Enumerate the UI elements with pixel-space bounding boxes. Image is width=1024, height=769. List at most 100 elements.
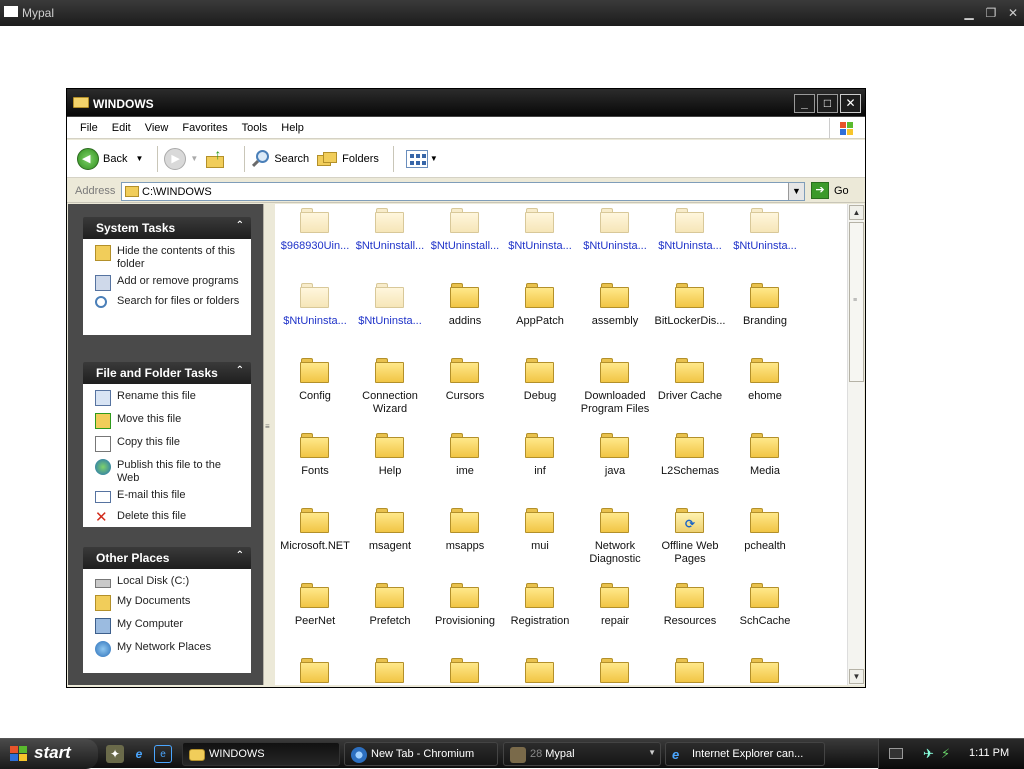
folder-item[interactable]: $NtUninsta... bbox=[279, 283, 351, 328]
address-input[interactable]: C:\WINDOWS ▼ bbox=[121, 182, 805, 201]
mypal-restore-button[interactable]: ❐ bbox=[980, 0, 1002, 26]
folder-item[interactable]: Debug bbox=[504, 358, 576, 403]
folder-item[interactable]: Provisioning bbox=[429, 583, 501, 628]
folders-button[interactable]: Folders bbox=[317, 150, 379, 168]
up-button[interactable]: ↑ bbox=[206, 146, 230, 168]
folder-item[interactable]: BitLockerDis... bbox=[654, 283, 726, 328]
back-dropdown-icon[interactable]: ▼ bbox=[135, 154, 143, 163]
folder-item[interactable]: L2Schemas bbox=[654, 433, 726, 478]
collapse-chevron-icon[interactable]: ⌃ bbox=[236, 550, 244, 561]
folder-item[interactable]: Media bbox=[729, 433, 801, 478]
vertical-scrollbar[interactable]: ▲ ≡ ▼ bbox=[847, 204, 864, 685]
ie-alt-icon[interactable]: e bbox=[154, 745, 172, 763]
folder-item[interactable] bbox=[429, 658, 501, 685]
mypal-close-button[interactable]: ✕ bbox=[1002, 0, 1024, 26]
back-button[interactable]: Back ▼ bbox=[77, 147, 143, 170]
menu-tools[interactable]: Tools bbox=[235, 122, 275, 134]
folder-item[interactable]: Registration bbox=[504, 583, 576, 628]
network-icon[interactable]: ⚡ bbox=[941, 746, 950, 762]
taskbar-button-windows[interactable]: WINDOWS bbox=[182, 742, 340, 766]
folder-item[interactable] bbox=[279, 658, 351, 685]
taskbar-button-mypal-group[interactable]: 28 Mypal ▼ bbox=[503, 742, 661, 766]
collapse-chevron-icon[interactable]: ⌃ bbox=[236, 220, 244, 231]
folder-item[interactable]: $968930Uin... bbox=[279, 208, 351, 253]
folder-item[interactable] bbox=[354, 658, 426, 685]
folder-item[interactable]: Network Diagnostic bbox=[579, 508, 651, 566]
taskbar-button-ie[interactable]: e Internet Explorer can... bbox=[665, 742, 825, 766]
scroll-up-button[interactable]: ▲ bbox=[849, 205, 864, 220]
folder-item[interactable] bbox=[729, 658, 801, 685]
scroll-thumb[interactable]: ≡ bbox=[849, 222, 864, 382]
task-hide-contents[interactable]: Hide the contents of this folder bbox=[95, 245, 245, 271]
folder-item[interactable]: PeerNet bbox=[279, 583, 351, 628]
folder-item[interactable]: $NtUninsta... bbox=[354, 283, 426, 328]
folder-item[interactable]: Fonts bbox=[279, 433, 351, 478]
place-my-documents[interactable]: My Documents bbox=[95, 595, 245, 611]
folder-item[interactable]: SchCache bbox=[729, 583, 801, 628]
folder-item[interactable]: msapps bbox=[429, 508, 501, 553]
folder-item[interactable]: inf bbox=[504, 433, 576, 478]
start-button[interactable]: start bbox=[0, 739, 98, 769]
winamp-icon[interactable]: ✦ bbox=[106, 745, 124, 763]
menu-edit[interactable]: Edit bbox=[105, 122, 138, 134]
forward-dropdown-icon[interactable]: ▼ bbox=[190, 154, 198, 163]
keyboard-icon[interactable] bbox=[889, 748, 903, 759]
address-dropdown-button[interactable]: ▼ bbox=[788, 183, 804, 200]
folder-item[interactable]: mui bbox=[504, 508, 576, 553]
clock[interactable]: 1:11 PM bbox=[969, 747, 1009, 759]
folder-item[interactable]: Microsoft.NET bbox=[279, 508, 351, 553]
task-copy[interactable]: Copy this file bbox=[95, 436, 245, 452]
menu-favorites[interactable]: Favorites bbox=[175, 122, 234, 134]
folder-item[interactable]: assembly bbox=[579, 283, 651, 328]
panel-header[interactable]: System Tasks ⌃ bbox=[83, 217, 251, 239]
pane-splitter[interactable]: ≡ bbox=[263, 204, 271, 685]
menu-help[interactable]: Help bbox=[274, 122, 311, 134]
panel-header[interactable]: Other Places ⌃ bbox=[83, 547, 251, 569]
task-rename[interactable]: Rename this file bbox=[95, 390, 245, 406]
folder-item[interactable]: Config bbox=[279, 358, 351, 403]
go-button[interactable]: ➔ Go bbox=[811, 182, 849, 199]
folder-item[interactable]: ⟳ Offline Web Pages bbox=[654, 508, 726, 566]
folder-item[interactable]: $NtUninsta... bbox=[729, 208, 801, 253]
mypal-minimize-button[interactable]: ▁ bbox=[958, 0, 980, 26]
folder-item[interactable]: msagent bbox=[354, 508, 426, 553]
place-network-places[interactable]: My Network Places bbox=[95, 641, 245, 657]
folder-item[interactable]: AppPatch bbox=[504, 283, 576, 328]
place-local-disk[interactable]: Local Disk (C:) bbox=[95, 575, 245, 588]
folder-item[interactable]: ehome bbox=[729, 358, 801, 403]
folder-item[interactable]: java bbox=[579, 433, 651, 478]
ie-icon[interactable]: e bbox=[130, 745, 148, 763]
folder-item[interactable]: repair bbox=[579, 583, 651, 628]
menu-file[interactable]: File bbox=[73, 122, 105, 134]
folder-item[interactable] bbox=[504, 658, 576, 685]
menu-view[interactable]: View bbox=[138, 122, 176, 134]
place-my-computer[interactable]: My Computer bbox=[95, 618, 245, 634]
task-publish-web[interactable]: Publish this file to the Web bbox=[95, 459, 245, 485]
folder-item[interactable]: Resources bbox=[654, 583, 726, 628]
folder-item[interactable]: Branding bbox=[729, 283, 801, 328]
folder-item[interactable]: Downloaded Program Files bbox=[579, 358, 651, 416]
folder-item[interactable]: pchealth bbox=[729, 508, 801, 553]
task-delete[interactable]: ✕ Delete this file bbox=[95, 510, 245, 526]
folder-item[interactable] bbox=[654, 658, 726, 685]
close-button[interactable]: ✕ bbox=[840, 94, 861, 113]
folder-item[interactable]: Cursors bbox=[429, 358, 501, 403]
folder-item[interactable]: $NtUninstall... bbox=[429, 208, 501, 253]
folder-item[interactable]: $NtUninsta... bbox=[504, 208, 576, 253]
task-email[interactable]: E-mail this file bbox=[95, 489, 245, 503]
folder-item[interactable]: ime bbox=[429, 433, 501, 478]
folder-item[interactable]: $NtUninsta... bbox=[579, 208, 651, 253]
search-button[interactable]: Search bbox=[251, 149, 309, 169]
folder-item[interactable]: Help bbox=[354, 433, 426, 478]
tray-app-icon[interactable]: ✈ bbox=[923, 746, 934, 762]
maximize-button[interactable]: □ bbox=[817, 94, 838, 113]
task-search-files[interactable]: Search for files or folders bbox=[95, 295, 245, 308]
folder-item[interactable]: Connection Wizard bbox=[354, 358, 426, 416]
folder-item[interactable] bbox=[579, 658, 651, 685]
forward-button[interactable]: ▼ bbox=[164, 147, 198, 170]
minimize-button[interactable]: _ bbox=[794, 94, 815, 113]
folder-item[interactable]: Driver Cache bbox=[654, 358, 726, 403]
taskbar-button-chromium[interactable]: New Tab - Chromium bbox=[344, 742, 498, 766]
folder-item[interactable]: addins bbox=[429, 283, 501, 328]
collapse-chevron-icon[interactable]: ⌃ bbox=[236, 365, 244, 376]
